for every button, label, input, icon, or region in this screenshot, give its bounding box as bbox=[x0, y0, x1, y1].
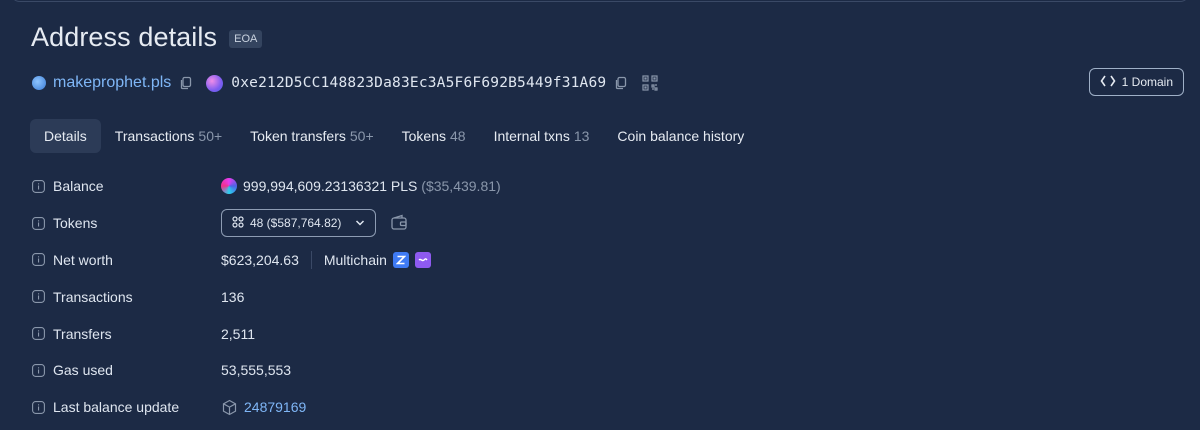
domain-brackets-icon bbox=[1100, 74, 1116, 91]
tab-transactions[interactable]: Transactions 50+ bbox=[101, 119, 236, 153]
detail-row-transactions: Transactions 136 bbox=[32, 278, 1190, 315]
detail-label: Tokens bbox=[53, 215, 98, 232]
details-list: Balance 999,994,609.23136321 PLS ($35,43… bbox=[32, 168, 1190, 426]
detail-label: Last balance update bbox=[53, 399, 180, 416]
eoa-badge: EOA bbox=[229, 30, 263, 48]
transactions-count-link[interactable]: 136 bbox=[221, 289, 244, 305]
address-row: makeprophet.pls 0xe212D5CC148823Da83Ec3A… bbox=[32, 68, 1190, 96]
page-header: Address details EOA bbox=[31, 22, 263, 53]
tokens-button-label: 48 ($587,764.82) bbox=[250, 216, 342, 231]
info-icon[interactable] bbox=[32, 327, 45, 341]
tab-label: Internal txns bbox=[493, 128, 570, 144]
net-worth-amount: $623,204.63 bbox=[221, 251, 299, 268]
tab-token-transfers[interactable]: Token transfers 50+ bbox=[236, 119, 387, 153]
info-icon[interactable] bbox=[32, 400, 45, 414]
copy-icon[interactable] bbox=[179, 76, 193, 90]
tokens-value: 48 ($587,764.82) bbox=[221, 209, 408, 238]
tab-label: Details bbox=[44, 128, 87, 144]
tab-count: 48 bbox=[450, 128, 466, 144]
detail-label: Net worth bbox=[53, 251, 113, 268]
detail-row-gas-used: Gas used 53,555,553 bbox=[32, 352, 1190, 389]
detail-label: Gas used bbox=[53, 362, 113, 379]
domain-button[interactable]: 1 Domain bbox=[1088, 68, 1184, 96]
tab-count: 50+ bbox=[198, 128, 223, 144]
tab-label: Coin balance history bbox=[617, 128, 745, 144]
info-icon[interactable] bbox=[32, 216, 45, 230]
detail-row-transfers: Transfers 2,511 bbox=[32, 315, 1190, 352]
info-icon[interactable] bbox=[32, 290, 45, 304]
qr-code-icon[interactable] bbox=[642, 75, 658, 91]
tokens-dropdown-button[interactable]: 48 ($587,764.82) bbox=[221, 209, 377, 238]
domain-button-label: 1 Domain bbox=[1121, 75, 1173, 89]
info-icon[interactable] bbox=[32, 363, 45, 377]
detail-label: Transfers bbox=[53, 325, 112, 342]
block-number-link[interactable]: 24879169 bbox=[244, 399, 306, 415]
tab-label: Tokens bbox=[401, 128, 446, 144]
page-title: Address details bbox=[31, 22, 218, 52]
pls-token-icon bbox=[221, 178, 237, 195]
copy-address-icon[interactable] bbox=[614, 76, 628, 90]
detail-row-balance: Balance 999,994,609.23136321 PLS ($35,43… bbox=[32, 168, 1190, 205]
detail-row-net-worth: Net worth $623,204.63 Multichain bbox=[32, 242, 1190, 279]
tab-count: 13 bbox=[573, 128, 590, 144]
ens-domain-icon bbox=[32, 76, 46, 90]
detail-row-last-balance-update: Last balance update 24879169 bbox=[32, 389, 1190, 426]
tab-details[interactable]: Details bbox=[30, 119, 101, 153]
address-hash: 0xe212D5CC148823Da83Ec3A5F6F692B5449f31A… bbox=[231, 75, 607, 91]
wallet-icon[interactable] bbox=[390, 214, 408, 232]
balance-usd: ($35,439.81) bbox=[421, 178, 501, 195]
balance-value: 999,994,609.23136321 PLS ($35,439.81) bbox=[221, 178, 501, 195]
detail-row-tokens: Tokens 48 ($587,764.82) bbox=[32, 205, 1190, 242]
tab-internal-txns[interactable]: Internal txns 13 bbox=[480, 119, 604, 153]
block-cube-icon bbox=[221, 399, 238, 416]
tokens-grid-icon bbox=[232, 216, 244, 231]
balance-amount: 999,994,609.23136321 PLS bbox=[243, 178, 418, 195]
multichain-label: Multichain bbox=[323, 251, 387, 268]
detail-label: Transactions bbox=[53, 288, 133, 305]
gas-used-value: 53,555,553 bbox=[221, 362, 292, 379]
address-avatar-icon bbox=[206, 74, 224, 92]
info-icon[interactable] bbox=[32, 179, 45, 193]
last-balance-update-value: 24879169 bbox=[221, 399, 306, 416]
net-worth-value: $623,204.63 Multichain bbox=[221, 250, 431, 269]
tab-count: 50+ bbox=[349, 128, 374, 144]
tab-coin-balance-history[interactable]: Coin balance history bbox=[603, 119, 758, 153]
transfers-count-link[interactable]: 2,511 bbox=[221, 326, 255, 342]
divider bbox=[310, 250, 312, 269]
tab-tokens[interactable]: Tokens 48 bbox=[388, 119, 480, 153]
info-icon[interactable] bbox=[32, 253, 45, 267]
tab-label: Transactions bbox=[114, 128, 195, 144]
zerion-icon[interactable] bbox=[392, 251, 409, 268]
tab-label: Token transfers bbox=[250, 128, 346, 144]
ens-name-link[interactable]: makeprophet.pls bbox=[53, 74, 171, 92]
detail-label: Balance bbox=[53, 178, 104, 195]
chevron-down-icon bbox=[355, 219, 365, 227]
tabs-bar: Details Transactions 50+ Token transfers… bbox=[30, 119, 758, 153]
multichain-app-icon[interactable] bbox=[414, 251, 431, 268]
top-card-edge bbox=[10, 0, 1190, 2]
